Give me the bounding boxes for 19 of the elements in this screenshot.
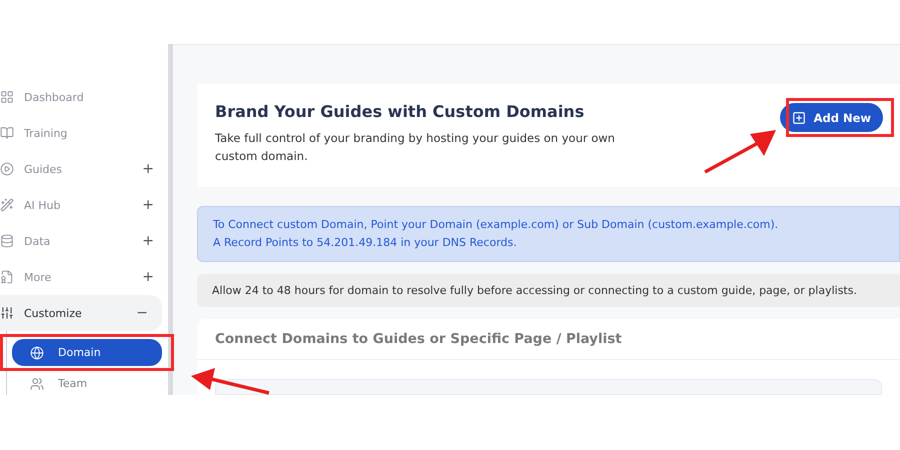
add-new-button[interactable]: Add New [780, 103, 883, 132]
sidebar-item[interactable]: Guides + [0, 151, 168, 187]
note-text: Allow 24 to 48 hours for domain to resolve fully before accessing or connecting to a custom guide, page, or playlists. [197, 274, 900, 307]
expand-icon[interactable]: + [142, 233, 154, 249]
sidebar-item[interactable]: More + [0, 259, 168, 295]
expand-icon[interactable]: + [142, 269, 154, 285]
page-title: Brand Your Guides with Custom Domains [215, 102, 586, 121]
notice-text: To Connect custom Domain, Point your Domain (example.com) or Sub Domain (custom.example.com). [213, 217, 780, 233]
expand-icon[interactable]: + [142, 161, 154, 177]
expand-icon[interactable]: + [142, 197, 154, 213]
section-title: Connect Domains to Guides or Specific Page / Playlist [197, 319, 900, 360]
sidebar-item[interactable]: Customize − [0, 295, 162, 331]
page-description: Take full control of your branding by hosting your guides on your own custom domain. [215, 130, 616, 165]
sidebar-subitem[interactable]: Team [12, 370, 162, 395]
sidebar-item[interactable]: Data + [0, 223, 168, 259]
sidebar-item[interactable]: AI Hub + [0, 187, 168, 223]
notice-text: A Record Points to 54.201.49.184 in your DNS Records. [213, 235, 518, 251]
collapse-icon[interactable]: − [136, 305, 148, 321]
sidebar-subitem[interactable]: Domain [12, 339, 162, 366]
